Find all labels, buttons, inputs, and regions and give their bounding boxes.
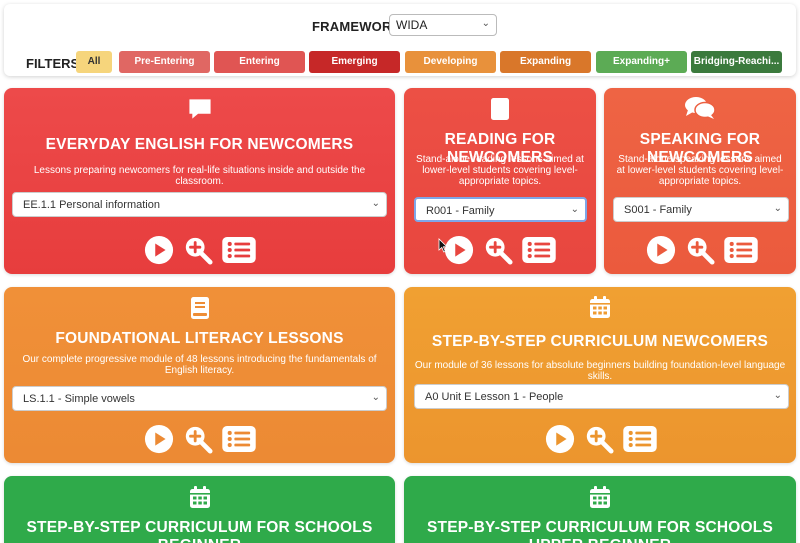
card-speaking: SPEAKING FOR NEWCOMERS Stand-alone speak… [604,88,796,274]
lesson-select-value: R001 - Family [426,205,495,217]
chevron-down-icon: ⌄ [570,204,579,215]
lesson-select-value: EE.1.1 Personal information [23,199,160,211]
filter-developing[interactable]: Developing [405,51,496,73]
play-icon[interactable] [545,424,575,454]
card-schools-upper-beginner: STEP-BY-STEP CURRICULUM FOR SCHOOLS UPPE… [404,476,796,543]
lesson-select[interactable]: LS.1.1 - Simple vowels ⌄ [12,386,387,411]
lesson-select-value: LS.1.1 - Simple vowels [23,393,135,405]
lesson-select[interactable]: A0 Unit E Lesson 1 - People ⌄ [414,384,789,409]
card-actions [4,235,395,267]
comments-icon [684,96,716,120]
chevron-down-icon: ⌄ [481,18,490,29]
filter-pre-entering[interactable]: Pre-Entering [119,51,210,73]
card-title: EVERYDAY ENGLISH FOR NEWCOMERS [45,136,354,153]
card-title: STEP-BY-STEP CURRICULUM FOR SCHOOLS UPPE… [426,519,773,543]
play-icon[interactable] [144,424,174,454]
filter-all[interactable]: All [76,51,112,73]
card-schools-beginner: STEP-BY-STEP CURRICULUM FOR SCHOOLS BEGI… [4,476,395,543]
zoom-in-icon[interactable] [183,235,213,265]
card-reading: READING FOR NEWCOMERS Stand-alone readin… [404,88,596,274]
framework-row: FRAMEWORK: WIDA ⌄ [4,14,796,40]
card-title: STEP-BY-STEP CURRICULUM FOR SCHOOLS BEGI… [26,519,373,543]
filter-entering[interactable]: Entering [214,51,305,73]
mouse-cursor-icon [438,238,448,253]
card-description: Lessons preparing newcomers for real-lif… [33,165,366,187]
lesson-select[interactable]: R001 - Family ⌄ [414,197,587,222]
filter-expanding[interactable]: Expanding [500,51,591,73]
filter-bar: FRAMEWORK: WIDA ⌄ FILTERS: All Pre-Enter… [4,4,796,76]
play-icon[interactable] [444,235,474,265]
list-icon[interactable] [623,426,657,452]
calendar-icon [589,485,611,509]
framework-select[interactable]: WIDA ⌄ [389,14,497,36]
zoom-in-icon[interactable] [685,235,715,265]
zoom-in-icon[interactable] [183,424,213,454]
card-description: Our complete progressive module of 48 le… [22,354,377,376]
framework-selected-value: WIDA [396,18,428,32]
card-foundational-literacy: FOUNDATIONAL LITERACY LESSONS Our comple… [4,287,395,463]
book-icon [190,296,210,320]
list-icon[interactable] [222,237,256,263]
card-actions [404,235,596,267]
chevron-down-icon: ⌄ [773,390,782,401]
card-description: Our module of 36 lessons for absolute be… [414,360,786,382]
filter-bridging-reaching[interactable]: Bridging-Reachi... [691,51,782,73]
card-actions [604,235,796,267]
calendar-icon [589,295,611,319]
zoom-in-icon[interactable] [584,424,614,454]
calendar-icon [189,485,211,509]
list-icon[interactable] [522,237,556,263]
filters-label: FILTERS: [26,56,84,71]
card-everyday-english: EVERYDAY ENGLISH FOR NEWCOMERS Lessons p… [4,88,395,274]
lesson-select[interactable]: S001 - Family ⌄ [613,197,789,222]
zoom-in-icon[interactable] [483,235,513,265]
filter-emerging[interactable]: Emerging [309,51,400,73]
filter-expanding-plus[interactable]: Expanding+ [596,51,687,73]
chevron-down-icon: ⌄ [371,198,380,209]
play-icon[interactable] [144,235,174,265]
book-icon [490,97,510,121]
lesson-select[interactable]: EE.1.1 Personal information ⌄ [12,192,387,217]
card-description: Stand-alone speaking lessons aimed at lo… [616,154,784,187]
card-description: Stand-alone reading lessons aimed at low… [416,154,584,187]
play-icon[interactable] [646,235,676,265]
card-title: STEP-BY-STEP CURRICULUM NEWCOMERS [431,333,769,350]
card-curriculum-newcomers: STEP-BY-STEP CURRICULUM NEWCOMERS Our mo… [404,287,796,463]
chevron-down-icon: ⌄ [773,203,782,214]
card-title: FOUNDATIONAL LITERACY LESSONS [55,330,344,347]
list-icon[interactable] [222,426,256,452]
card-actions [4,424,395,456]
card-actions [404,424,796,456]
chevron-down-icon: ⌄ [371,392,380,403]
comment-icon [187,97,212,121]
lesson-select-value: S001 - Family [624,204,692,216]
list-icon[interactable] [724,237,758,263]
lesson-select-value: A0 Unit E Lesson 1 - People [425,391,564,403]
